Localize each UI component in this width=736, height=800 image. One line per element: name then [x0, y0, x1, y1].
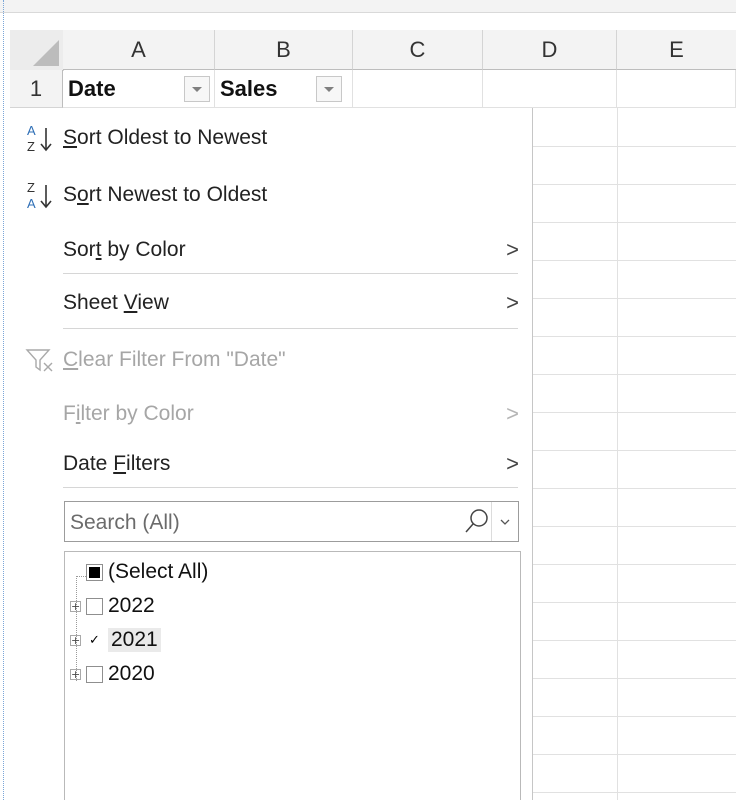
menu-item-sheet-view[interactable]: Sheet View >: [10, 281, 533, 325]
chevron-right-icon: >: [506, 237, 519, 262]
sort-ascending-icon: A Z: [27, 123, 52, 154]
ribbon-edge: [0, 0, 736, 13]
gridline-row: [533, 412, 736, 413]
expand-icon[interactable]: +: [70, 634, 81, 646]
chevron-right-icon: >: [506, 290, 519, 315]
gridline-row: [533, 260, 736, 261]
tree-item-select-all[interactable]: (Select All): [86, 557, 208, 587]
gridline-row: [533, 678, 736, 679]
cell-b1-text: Sales: [220, 75, 278, 101]
menu-separator: [63, 273, 518, 274]
gridline-row: [533, 754, 736, 755]
svg-text:Z: Z: [27, 139, 35, 154]
tree-item-label: 2020: [108, 662, 155, 685]
gridline-row: [533, 336, 736, 337]
cell-c1[interactable]: [353, 70, 483, 108]
row-header-1[interactable]: 1: [10, 70, 63, 108]
chevron-right-icon: >: [506, 451, 519, 476]
select-all-corner[interactable]: [10, 30, 64, 71]
tree-item-2020[interactable]: + 2020: [70, 659, 155, 689]
filter-dropdown-date[interactable]: [184, 76, 210, 102]
menu-item-date-filters[interactable]: Date Filters >: [10, 442, 533, 486]
tree-item-2022[interactable]: + 2022: [70, 591, 155, 621]
menu-item-label: Filter by Color: [63, 402, 194, 425]
gridline-row: [533, 184, 736, 185]
filter-dropdown-sales[interactable]: [316, 76, 342, 102]
gridline-row: [533, 298, 736, 299]
menu-item-label: Clear Filter From "Date": [63, 348, 286, 371]
column-header-d[interactable]: D: [483, 30, 617, 70]
gridline-row: [533, 488, 736, 489]
clear-filter-icon: [25, 349, 53, 372]
chevron-right-icon: >: [506, 401, 519, 426]
tree-item-label: (Select All): [108, 560, 209, 583]
menu-item-sort-by-color[interactable]: Sort by Color >: [10, 228, 533, 272]
search-options-dropdown[interactable]: [491, 502, 518, 541]
search-input[interactable]: [65, 502, 462, 543]
checkmark-icon: ✓: [89, 632, 100, 648]
checkbox-select-all[interactable]: [86, 563, 103, 581]
column-header-a[interactable]: A: [63, 30, 215, 70]
tree-connector: [76, 576, 86, 577]
tree-item-label: 2021: [108, 628, 161, 652]
menu-item-label: Sheet View: [63, 291, 169, 314]
gridline-row: [533, 792, 736, 793]
gridline-row: [533, 222, 736, 223]
chevron-down-icon: [500, 519, 510, 525]
gridline-row: [533, 374, 736, 375]
window-edge-line: [3, 0, 4, 800]
checkbox-2021[interactable]: ✓: [86, 631, 103, 649]
menu-item-clear-filter[interactable]: Clear Filter From "Date": [10, 338, 533, 382]
gridline-row: [533, 640, 736, 641]
menu-item-sort-descending[interactable]: Z A Sort Newest to Oldest: [10, 173, 533, 217]
gridline-row: [533, 526, 736, 527]
cell-d1[interactable]: [483, 70, 617, 108]
tree-item-2021[interactable]: + ✓ 2021: [70, 625, 161, 655]
svg-text:A: A: [27, 123, 36, 138]
gridline-row: [533, 716, 736, 717]
svg-text:Z: Z: [27, 180, 35, 195]
gridline-row: [533, 146, 736, 147]
search-icon[interactable]: [463, 507, 491, 535]
gridline-row: [533, 450, 736, 451]
filter-value-list: (Select All) + 2022 + ✓ 2021 + 2020: [64, 551, 521, 800]
menu-item-label: Date Filters: [63, 452, 171, 475]
cell-e1[interactable]: [617, 70, 736, 108]
gridline-row: [533, 602, 736, 603]
search-box: [64, 501, 519, 543]
sort-descending-icon: Z A: [27, 180, 52, 211]
expand-icon[interactable]: +: [70, 600, 81, 612]
expand-icon[interactable]: +: [70, 668, 81, 680]
gridline-row: [533, 564, 736, 565]
menu-item-label: Sort Newest to Oldest: [63, 183, 268, 206]
tree-item-label: 2022: [108, 594, 155, 617]
column-header-e[interactable]: E: [617, 30, 736, 70]
svg-text:A: A: [27, 196, 36, 211]
menu-separator: [63, 487, 518, 488]
menu-item-sort-ascending[interactable]: A Z Sort Oldest to Newest: [10, 116, 533, 160]
menu-item-filter-by-color[interactable]: Filter by Color >: [10, 392, 533, 436]
checkbox-2022[interactable]: [86, 597, 103, 615]
column-header-b[interactable]: B: [215, 30, 353, 70]
menu-item-label: Sort by Color: [63, 238, 186, 261]
checkbox-2020[interactable]: [86, 665, 103, 683]
cell-a1-text: Date: [68, 75, 116, 101]
menu-item-label: Sort Oldest to Newest: [63, 126, 268, 149]
gridline-col-e: [617, 108, 618, 800]
column-header-c[interactable]: C: [353, 30, 483, 70]
menu-separator: [63, 328, 518, 329]
